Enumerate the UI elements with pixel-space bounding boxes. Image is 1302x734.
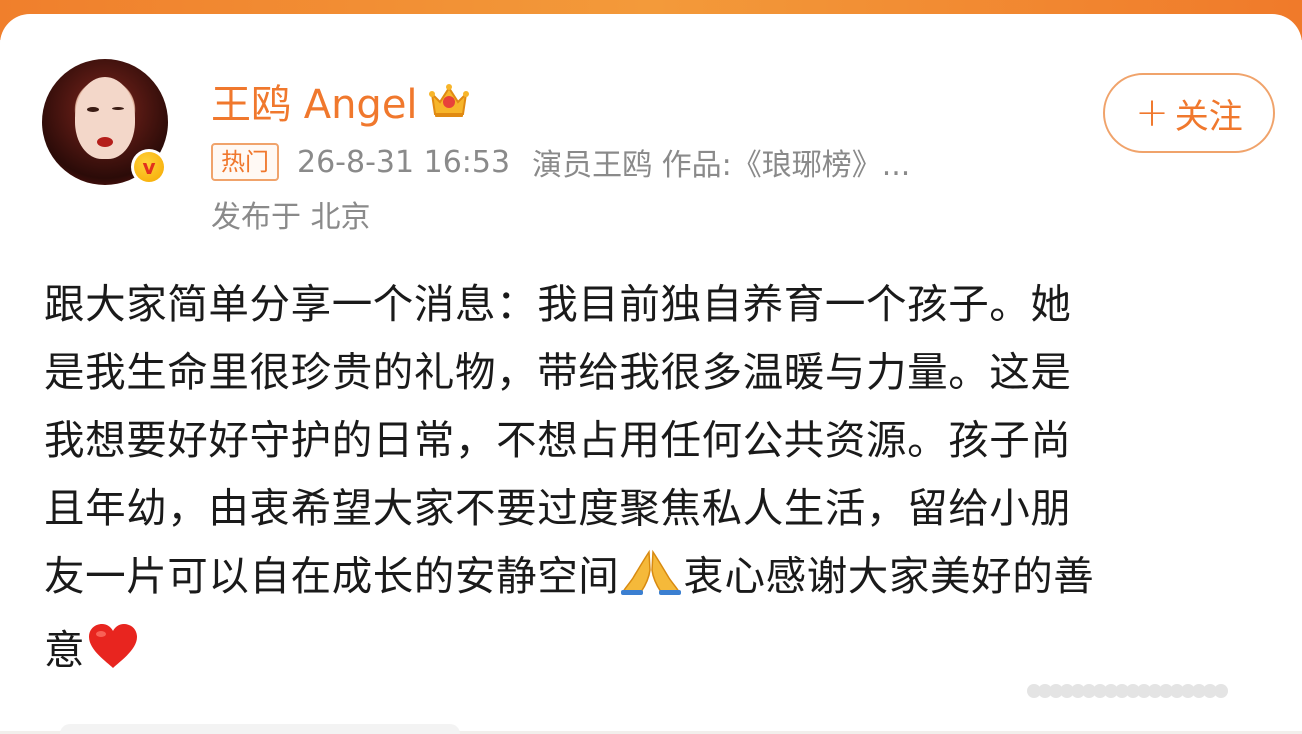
post-meta-row: 热门 26-8-31 16:53 演员王鸥 作品:《琅琊榜》... [211, 140, 910, 184]
next-card-edge [60, 724, 460, 734]
verified-v-icon: v [134, 152, 164, 182]
post-body: 跟大家简单分享一个消息：我目前独自养育一个孩子。她 是我生命里很珍贵的礼物，带给… [44, 270, 1259, 690]
post-line: 友一片可以自在成长的安静空间 [44, 552, 620, 600]
avatar-eye [112, 107, 124, 110]
post-line: 我想要好好守护的日常，不想占用任何公共资源。孩子尚 [44, 416, 1072, 464]
avatar-lip [97, 137, 113, 147]
avatar-eye [87, 107, 99, 112]
post-timestamp: 26-8-31 16:53 [297, 144, 511, 180]
username-row[interactable]: 王鸥 Angel [211, 72, 470, 130]
post-source: 演员王鸥 作品:《琅琊榜》... [532, 148, 911, 183]
post-line: 衷心感谢大家美好的善 [683, 552, 1095, 600]
hot-badge[interactable]: 热门 [211, 143, 279, 181]
post-location: 发布于 北京 [211, 200, 371, 235]
username[interactable]: 王鸥 Angel [211, 72, 418, 130]
watermark [1027, 684, 1228, 698]
post-line: 且年幼，由衷希望大家不要过度聚焦私人生活，留给小朋 [44, 484, 1072, 532]
verified-badge-icon: v [131, 149, 167, 185]
post-line: 意 [44, 626, 86, 674]
post-line-with-emoji: 友一片可以自在成长的安静空间 衷心感谢大家美好的善 [44, 542, 1259, 616]
praying-hands-icon [619, 548, 683, 616]
plus-icon: + [1135, 90, 1169, 136]
post-line: 跟大家简单分享一个消息：我目前独自养育一个孩子。她 [44, 280, 1072, 328]
follow-button[interactable]: + 关注 [1103, 73, 1275, 153]
crown-icon [428, 82, 470, 120]
follow-label: 关注 [1174, 96, 1243, 137]
post-line: 是我生命里很珍贵的礼物，带给我很多温暖与力量。这是 [44, 348, 1072, 396]
post-line-with-emoji: 意 [44, 616, 1259, 690]
red-heart-icon [85, 622, 141, 690]
